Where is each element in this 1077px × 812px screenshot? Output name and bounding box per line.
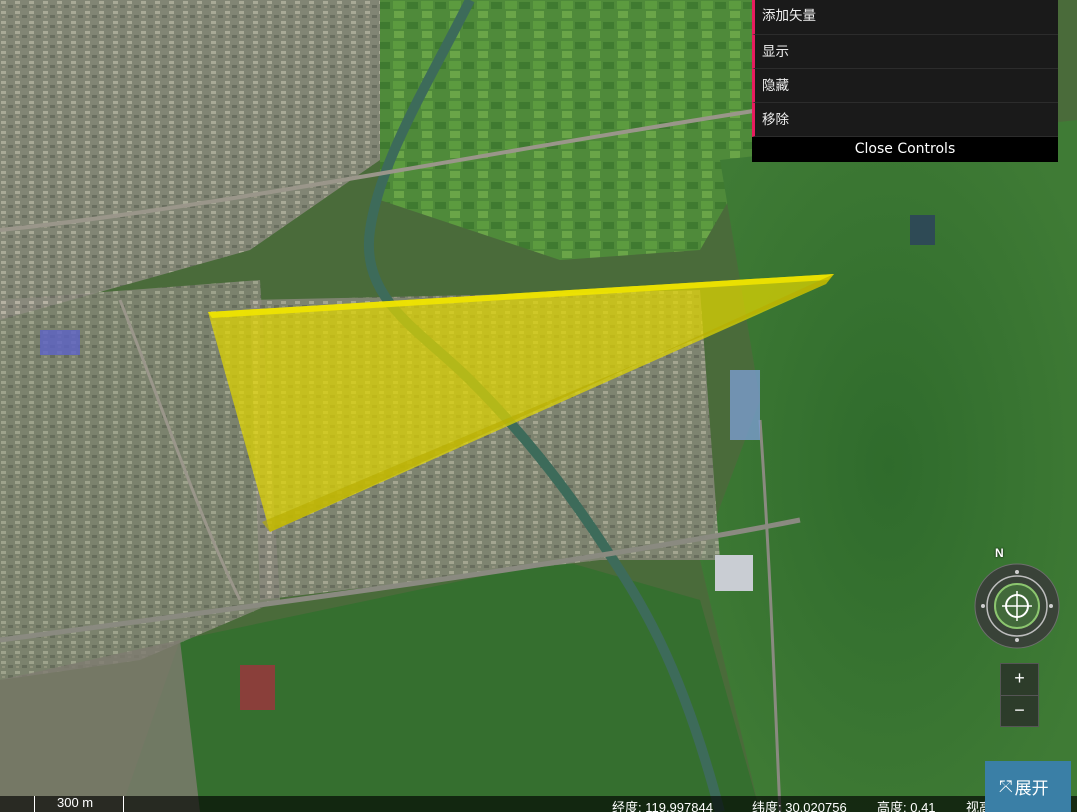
latitude-readout: 纬度: 30.020756 <box>752 800 847 812</box>
longitude-readout: 经度: 119.997844 <box>612 800 713 812</box>
remove-item[interactable]: 移除 <box>752 103 1058 137</box>
controls-panel: 添加矢量 显示 隐藏 移除 Close Controls <box>752 0 1058 162</box>
compass-icon <box>974 563 1060 649</box>
status-bar: 300 m 经度: 119.997844 纬度: 30.020756 高度: 0… <box>0 795 1077 812</box>
expand-label: 展开 <box>1014 779 1049 798</box>
add-vector-item[interactable]: 添加矢量 <box>752 0 1058 35</box>
close-controls-button[interactable]: Close Controls <box>752 137 1058 162</box>
compass-widget[interactable] <box>974 563 1060 649</box>
show-item[interactable]: 显示 <box>752 35 1058 69</box>
hide-item[interactable]: 隐藏 <box>752 69 1058 103</box>
scale-label: 300 m <box>57 795 94 810</box>
scale-bar: 300 m <box>34 795 124 812</box>
expand-arrows-icon: ⤧ <box>999 776 1013 796</box>
zoom-control: + − <box>1000 663 1039 727</box>
expand-button[interactable]: ⤧ 展开 <box>985 761 1071 812</box>
altitude-readout: 高度: 0.41 <box>877 800 936 812</box>
compass-north-label: N <box>995 546 1004 560</box>
zoom-in-button[interactable]: + <box>1001 664 1038 695</box>
zoom-out-button[interactable]: − <box>1001 695 1038 726</box>
